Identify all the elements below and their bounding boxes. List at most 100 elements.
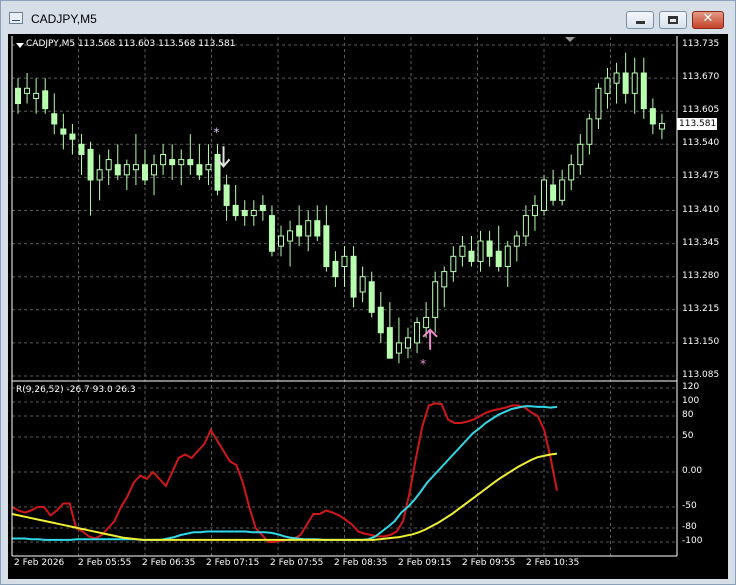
grid-lines (12, 37, 677, 556)
indicator-tick-label: 120 (682, 382, 700, 392)
time-tick-label: 2 Feb 08:35 (334, 558, 388, 568)
price-tick-label: 113.735 (682, 39, 720, 49)
chart-shift-marker[interactable] (565, 37, 575, 42)
signal-star: * (420, 357, 426, 371)
indicator-header: R(9,26,52) -26.7 93.0 26.3 (16, 385, 136, 395)
symbol-dropdown-icon[interactable] (16, 43, 24, 48)
candle-body (658, 122, 665, 130)
candle-body (305, 220, 312, 237)
candle-body (531, 204, 538, 217)
price-tick-label: 113.150 (682, 336, 720, 347)
candle-body (395, 342, 402, 354)
time-tick-label: 2 Feb 07:15 (206, 558, 260, 568)
candle-body (169, 159, 176, 166)
candle-body (332, 260, 339, 278)
candle-body (604, 77, 611, 94)
candles (15, 52, 665, 364)
indicator-tick-label: -100 (682, 536, 703, 546)
candle-body (105, 159, 112, 171)
candle-body (241, 210, 248, 217)
candle-body (522, 215, 529, 237)
candle-body (223, 184, 230, 206)
candle-body (278, 235, 285, 247)
indicator-tick-label: 50 (682, 431, 694, 441)
candle-body (42, 90, 49, 110)
candle-body (495, 250, 502, 268)
indicator-line-r26 (12, 405, 558, 541)
candle-body (123, 164, 130, 176)
candle-body (232, 204, 239, 217)
price-tick-label: 113.410 (682, 204, 720, 215)
candle-body (151, 164, 158, 176)
chart-canvas[interactable]: ** (0, 0, 736, 585)
candle-body (15, 87, 21, 105)
candle-body (160, 153, 167, 166)
candle-body (386, 327, 393, 359)
candle-body (613, 72, 620, 84)
candle-body (178, 159, 185, 166)
time-tick-label: 2 Feb 09:15 (398, 558, 452, 568)
candle-body (550, 184, 557, 201)
candle-body (414, 322, 421, 344)
time-tick-label: 2 Feb 06:35 (142, 558, 196, 568)
indicator-tick-label: 80 (682, 410, 694, 420)
candle-body (33, 92, 40, 99)
candle-body (640, 72, 647, 110)
candle-body (341, 255, 348, 268)
candle-body (259, 204, 266, 212)
candle-body (586, 118, 593, 145)
candle-body (323, 225, 330, 268)
candle-body (250, 210, 257, 217)
candle-body (350, 255, 357, 298)
candle-body (441, 271, 448, 288)
indicator-tick-label: 100 (682, 396, 700, 406)
time-tick-label: 2 Feb 07:55 (270, 558, 324, 568)
candle-body (359, 276, 366, 293)
candle-body (78, 143, 85, 155)
candle-body (377, 306, 384, 334)
indicator-tick-label: -80 (682, 522, 697, 532)
time-tick-label: 2 Feb 05:55 (78, 558, 132, 568)
price-tick-label: 113.605 (682, 105, 720, 116)
indicator-tick-label: 0.00 (682, 466, 703, 476)
indicator-tick-label: -50 (682, 501, 697, 511)
candle-body (141, 164, 148, 181)
candle-body (96, 169, 103, 181)
indicator-line-r9 (11, 402, 558, 543)
candle-body (268, 215, 275, 252)
candle-body (368, 281, 375, 313)
candle-body (296, 225, 303, 237)
candle-body (477, 240, 484, 262)
chart-header: CADJPY,M5 113.568 113.603 113.568 113.58… (26, 39, 236, 49)
candle-body (196, 164, 203, 176)
candle-body (423, 316, 430, 329)
candle-body (404, 337, 411, 349)
candle-body (132, 164, 139, 171)
time-tick-label: 2 Feb 09:55 (462, 558, 516, 568)
candle-body (622, 72, 629, 94)
candle-body (595, 87, 602, 120)
price-tick-label: 113.215 (682, 303, 720, 314)
candle-body (87, 148, 94, 181)
candle-body (541, 179, 548, 211)
candle-body (205, 164, 212, 171)
candle-body (450, 255, 457, 273)
candle-body (577, 143, 584, 166)
price-tick-label: 113.540 (682, 138, 720, 149)
indicator-line-r52 (11, 452, 558, 541)
signal-star: * (214, 125, 220, 139)
candle-body (568, 164, 575, 181)
time-tick-label: 2 Feb 2026 (14, 558, 65, 568)
candle-body (649, 108, 656, 125)
up-arrow-icon (422, 328, 438, 350)
candle-body (486, 240, 493, 257)
candle-body (504, 245, 511, 268)
price-tick-label: 113.670 (682, 72, 720, 83)
candle-body (513, 235, 520, 247)
time-tick-label: 2 Feb 10:35 (526, 558, 580, 568)
price-tick-label: 113.280 (682, 270, 720, 281)
candle-body (314, 220, 321, 237)
candle-body (432, 281, 439, 318)
price-tick-label: 113.085 (682, 370, 720, 380)
price-tick-label: 113.345 (682, 237, 720, 248)
